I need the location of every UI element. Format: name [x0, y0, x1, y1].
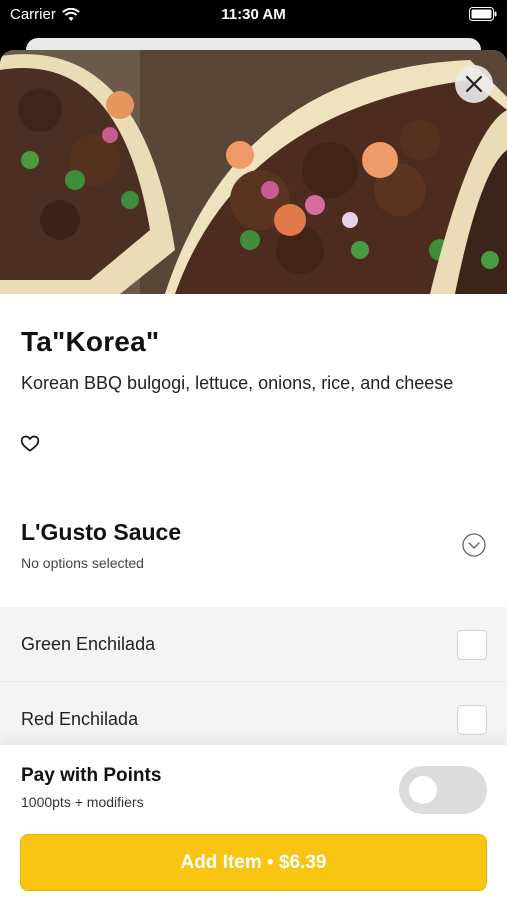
modifier-options-list: Green Enchilada Red Enchilada	[0, 607, 507, 747]
heart-outline-icon[interactable]	[20, 434, 40, 454]
item-photo	[0, 50, 507, 294]
option-label: Red Enchilada	[21, 709, 139, 729]
option-checkbox[interactable]	[457, 705, 487, 735]
modifier-group-title: L'Gusto Sauce	[21, 519, 182, 545]
clock: 11:30 AM	[221, 6, 286, 23]
item-detail-sheet: Ta"Korea" Korean BBQ bulgogi, lettuce, o…	[0, 50, 507, 900]
modifier-group-status: No options selected	[21, 555, 144, 571]
checkout-footer: Pay with Points 1000pts + modifiers Add …	[0, 745, 507, 900]
close-button[interactable]	[455, 65, 493, 103]
pay-with-points-title: Pay with Points	[21, 765, 162, 786]
status-bar: Carrier 11:30 AM	[0, 0, 507, 30]
toggle-knob	[409, 776, 437, 804]
option-label: Green Enchilada	[21, 634, 156, 654]
add-item-label: Add Item • $6.39	[180, 851, 327, 873]
add-item-button[interactable]: Add Item • $6.39	[20, 834, 487, 891]
close-icon	[465, 75, 483, 93]
item-title: Ta"Korea"	[21, 326, 160, 357]
chevron-down-circle-icon[interactable]	[462, 533, 486, 557]
pay-with-points-subtitle: 1000pts + modifiers	[21, 794, 144, 810]
pay-with-points-toggle[interactable]	[399, 766, 487, 814]
item-description: Korean BBQ bulgogi, lettuce, onions, ric…	[21, 373, 454, 393]
battery-icon	[469, 7, 497, 21]
option-row-green-enchilada[interactable]: Green Enchilada	[0, 607, 507, 682]
option-checkbox[interactable]	[457, 630, 487, 660]
tacos-illustration	[0, 50, 507, 294]
